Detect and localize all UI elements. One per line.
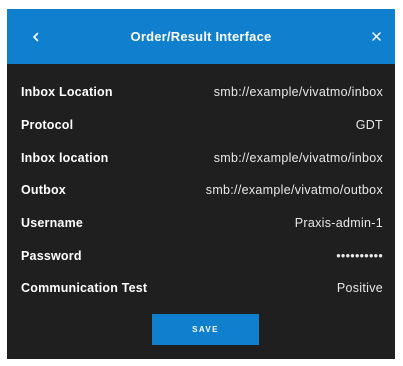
dialog-header: Order/Result Interface bbox=[7, 9, 395, 64]
back-button[interactable] bbox=[21, 9, 51, 64]
close-icon bbox=[371, 32, 381, 41]
row-value: GDT bbox=[355, 118, 383, 133]
row-communication-test: Communication Test Positive bbox=[7, 272, 395, 305]
row-label: Inbox location bbox=[21, 150, 109, 165]
row-label: Inbox Location bbox=[21, 85, 113, 100]
row-label: Protocol bbox=[21, 118, 74, 133]
close-button[interactable] bbox=[361, 9, 391, 64]
row-value: •••••••••• bbox=[336, 248, 383, 263]
order-result-dialog: Order/Result Interface Inbox Location sm… bbox=[7, 9, 395, 359]
row-protocol: Protocol GDT bbox=[7, 109, 395, 142]
row-value: Praxis-admin-1 bbox=[294, 216, 383, 231]
row-inbox-location: Inbox Location smb://example/vivatmo/inb… bbox=[7, 76, 395, 109]
settings-list: Inbox Location smb://example/vivatmo/inb… bbox=[7, 76, 395, 305]
chevron-left-icon bbox=[33, 32, 39, 41]
row-outbox: Outbox smb://example/vivatmo/outbox bbox=[7, 174, 395, 207]
row-label: Password bbox=[21, 248, 82, 263]
row-value: smb://example/vivatmo/inbox bbox=[213, 150, 383, 165]
row-inbox-location-2: Inbox location smb://example/vivatmo/inb… bbox=[7, 141, 395, 174]
row-value: smb://example/vivatmo/outbox bbox=[205, 183, 383, 198]
row-value: smb://example/vivatmo/inbox bbox=[213, 85, 383, 100]
row-username: Username Praxis-admin-1 bbox=[7, 207, 395, 240]
row-label: Username bbox=[21, 216, 84, 231]
row-label: Communication Test bbox=[21, 281, 148, 296]
save-button[interactable]: SAVE bbox=[152, 314, 259, 345]
row-password: Password •••••••••• bbox=[7, 239, 395, 272]
row-value: Positive bbox=[336, 281, 383, 296]
dialog-title: Order/Result Interface bbox=[130, 29, 272, 44]
row-label: Outbox bbox=[21, 183, 66, 198]
